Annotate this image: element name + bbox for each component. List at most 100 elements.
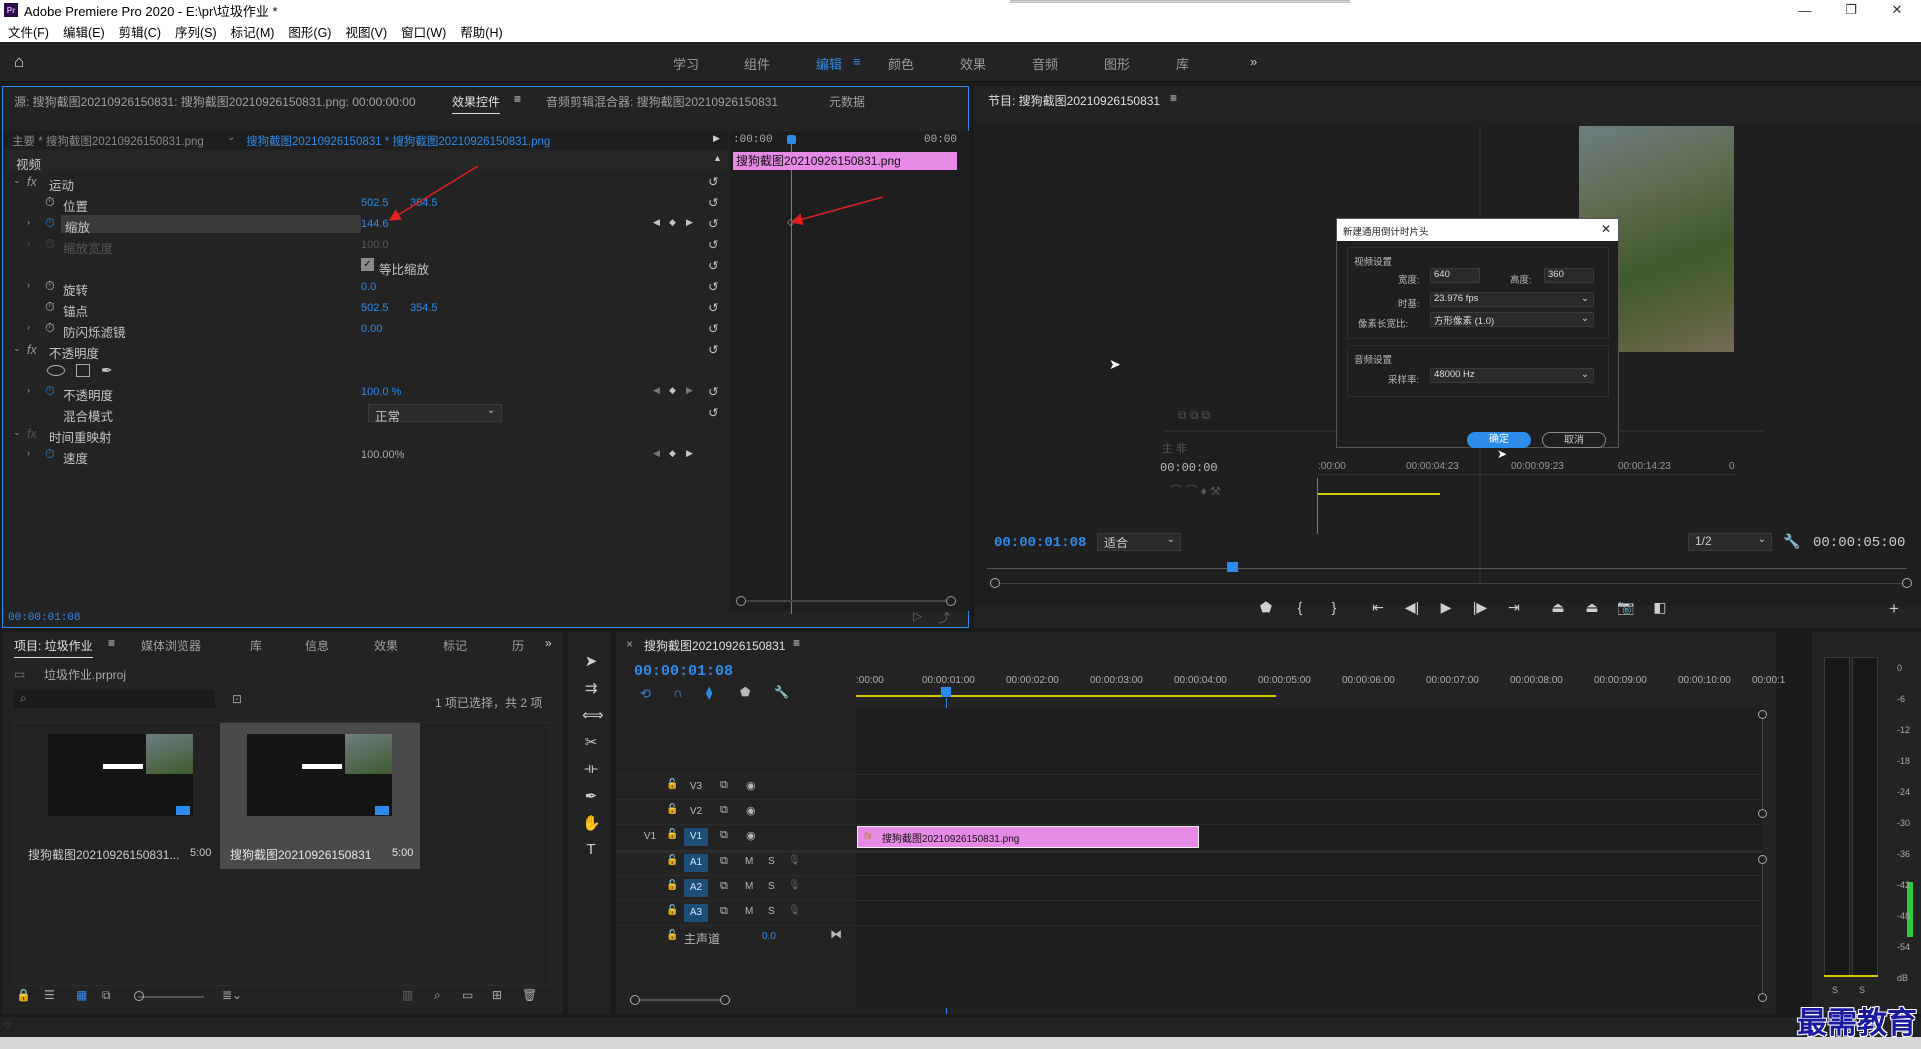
add-button-icon[interactable]: + <box>1885 599 1903 619</box>
speed-value[interactable]: 100.00% <box>361 449 404 461</box>
workspace-libraries[interactable]: 库 <box>1176 54 1189 73</box>
eye-icon[interactable]: ◉ <box>746 804 756 817</box>
solo-button[interactable]: S <box>768 906 775 917</box>
automate-icon[interactable]: ▥ <box>402 988 413 1002</box>
zoom-handle-right[interactable] <box>946 596 956 606</box>
panel-menu-icon[interactable]: ≡ <box>1170 91 1177 105</box>
ellipse-mask-icon[interactable] <box>47 365 65 376</box>
list-view-icon[interactable]: ☰ <box>44 988 55 1002</box>
project-search-input[interactable]: ⌕ <box>14 690 215 708</box>
sync-lock-icon[interactable]: ⧉ <box>720 829 728 842</box>
tab-menu-icon[interactable]: ≡ <box>514 92 521 106</box>
opacity-value[interactable]: 100.0 % <box>361 386 401 398</box>
new-item-icon[interactable]: ⊞ <box>492 988 502 1002</box>
expand-chevron-icon[interactable]: › <box>27 280 30 290</box>
timeline-playhead-head[interactable] <box>941 687 951 697</box>
workspace-editing[interactable]: 编辑 <box>816 54 842 73</box>
scroll-handle-right[interactable] <box>1902 578 1912 588</box>
vscroll-handle-bottom[interactable] <box>1758 809 1767 818</box>
expand-chevron-icon[interactable]: ⌄ <box>13 175 21 186</box>
track-target-v1[interactable]: V1 <box>684 828 708 846</box>
program-scrollbar[interactable] <box>1000 583 1902 584</box>
mute-button[interactable]: M <box>745 881 753 892</box>
eye-icon[interactable]: ◉ <box>746 829 756 842</box>
menu-markers[interactable]: 标记(M) <box>231 22 275 41</box>
play-triangle-icon[interactable]: ▶ <box>713 133 720 144</box>
reset-icon[interactable]: ↺ <box>708 405 718 420</box>
step-forward-icon[interactable]: |▶ <box>1471 599 1489 616</box>
vscroll-handle-bottom[interactable] <box>1758 993 1767 1002</box>
stopwatch-icon[interactable]: ⏱ <box>45 321 55 336</box>
blend-mode-select[interactable]: 正常 ⌄ <box>368 404 502 424</box>
tab-metadata[interactable]: 元数据 <box>829 93 865 110</box>
microphone-icon[interactable]: 🎙 <box>788 905 801 916</box>
next-keyframe-icon[interactable]: ▶ <box>686 385 693 396</box>
tab-menu-icon[interactable]: ≡ <box>793 636 800 650</box>
track-target-a2[interactable]: A2 <box>684 879 708 897</box>
tab-effect-controls[interactable]: 效果控件 <box>452 93 501 114</box>
hand-tool-icon[interactable]: ✋ <box>582 814 601 832</box>
menu-clip[interactable]: 剪辑(C) <box>119 22 161 41</box>
snap-icon[interactable]: ∩ <box>673 685 682 700</box>
zoom-scrollbar[interactable] <box>746 600 946 602</box>
prev-keyframe-icon[interactable]: ◀ <box>653 217 660 228</box>
hscroll-handle-left[interactable] <box>630 995 640 1005</box>
slip-tool-icon[interactable]: ⟛ <box>582 760 600 778</box>
play-icon[interactable]: ▶ <box>1437 599 1455 616</box>
menu-help[interactable]: 帮助(H) <box>460 22 502 41</box>
tab-history[interactable]: 历 <box>512 637 524 654</box>
dialog-close-icon[interactable]: ✕ <box>1601 222 1611 236</box>
lock-icon[interactable]: 🔒 <box>16 988 31 1002</box>
ripple-edit-tool-icon[interactable]: ⟺ <box>582 706 604 724</box>
reset-icon[interactable]: ↺ <box>708 174 718 189</box>
samplerate-select[interactable]: 48000 Hz ⌄ <box>1430 368 1594 383</box>
stopwatch-active-icon[interactable]: ⏱ <box>45 384 55 399</box>
tab-media-browser[interactable]: 媒体浏览器 <box>141 637 201 654</box>
workspace-menu-icon[interactable]: ≡ <box>853 54 861 69</box>
expand-chevron-icon[interactable]: › <box>27 217 30 227</box>
reset-icon[interactable]: ↺ <box>708 216 718 231</box>
go-to-end-icon[interactable]: ⧓ <box>830 927 842 941</box>
anchor-y-value[interactable]: 354.5 <box>410 302 438 314</box>
close-button[interactable]: ✕ <box>1874 0 1920 20</box>
timeline-settings-icon[interactable]: 🔧 <box>774 685 789 699</box>
new-bin-search-icon[interactable]: ⊡ <box>232 692 242 706</box>
rectangle-mask-icon[interactable] <box>76 364 90 377</box>
scroll-handle-left[interactable] <box>990 578 1000 588</box>
menu-window[interactable]: 窗口(W) <box>401 22 446 41</box>
restore-button[interactable]: ❐ <box>1828 0 1874 20</box>
menu-edit[interactable]: 编辑(E) <box>63 22 105 41</box>
fx-icon[interactable]: fx <box>27 343 37 357</box>
lock-icon[interactable]: 🔓 <box>666 930 678 941</box>
sync-lock-icon[interactable]: ⧉ <box>720 779 728 792</box>
hscroll-handle-right[interactable] <box>720 995 730 1005</box>
workspace-learn[interactable]: 学习 <box>673 54 699 73</box>
sync-lock-icon[interactable]: ⧉ <box>720 855 728 868</box>
reset-icon[interactable]: ↺ <box>708 195 718 210</box>
menu-graphics[interactable]: 图形(G) <box>288 22 331 41</box>
mark-out-icon[interactable]: } <box>1325 599 1343 615</box>
next-keyframe-icon[interactable]: ▶ <box>686 448 693 459</box>
workspace-assembly[interactable]: 组件 <box>744 54 770 73</box>
prev-keyframe-icon[interactable]: ◀ <box>653 385 660 396</box>
lock-icon[interactable]: 🔓 <box>666 905 678 916</box>
project-item-2[interactable]: 搜狗截图20210926150831 5:00 <box>220 723 420 869</box>
video-vscroll[interactable] <box>1762 719 1763 809</box>
timeline-ruler[interactable]: :00:00 00:00:01:00 00:00:02:00 00:00:03:… <box>856 672 1785 708</box>
vscroll-handle-top[interactable] <box>1758 855 1767 864</box>
razor-tool-icon[interactable]: ✂ <box>582 733 600 751</box>
work-area-bar[interactable] <box>856 695 1276 697</box>
position-x-value[interactable]: 502.5 <box>361 197 389 209</box>
solo-button[interactable]: S <box>768 881 775 892</box>
sort-icon[interactable]: ≣⌄ <box>222 988 242 1002</box>
stopwatch-active-icon[interactable]: ⏱ <box>45 216 55 231</box>
keyframe-diamond-icon[interactable]: ◇ <box>787 217 795 228</box>
selection-tool-icon[interactable]: ➤ <box>582 652 600 670</box>
next-keyframe-icon[interactable]: ▶ <box>686 217 693 228</box>
microphone-icon[interactable]: 🎙 <box>788 855 801 866</box>
sync-lock-icon[interactable]: ⧉ <box>720 880 728 893</box>
timebase-select[interactable]: 23.976 fps ⌄ <box>1430 292 1594 307</box>
type-tool-icon[interactable]: T <box>582 841 600 859</box>
stopwatch-icon[interactable]: ⏱ <box>45 300 55 315</box>
expand-chevron-icon[interactable]: ⌄ <box>13 343 21 354</box>
